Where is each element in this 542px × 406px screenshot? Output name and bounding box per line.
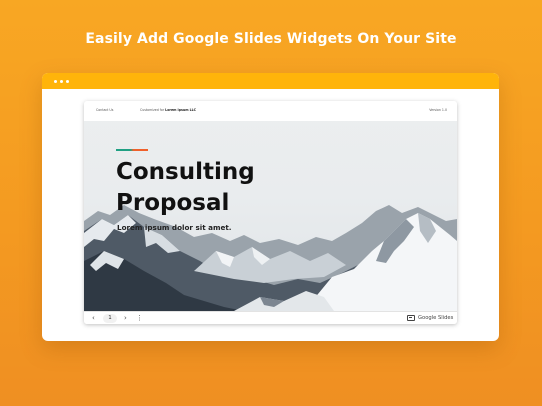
slides-icon: [407, 315, 415, 321]
slide-title-line-2: Proposal: [116, 190, 230, 216]
slide-title-line-1: Consulting: [116, 159, 255, 185]
google-slides-link[interactable]: Google Slides: [418, 312, 453, 324]
browser-title-bar: [42, 73, 499, 89]
window-dot-icon: [54, 80, 57, 83]
window-dot-icon: [66, 80, 69, 83]
slide-title: Consulting Proposal: [116, 157, 255, 219]
window-dot-icon: [60, 80, 63, 83]
page-number[interactable]: 1: [103, 314, 117, 323]
page-headline: Easily Add Google Slides Widgets On Your…: [85, 31, 457, 47]
slide-header-prefix: Customized for: [140, 108, 165, 112]
slide-header: Contact Us Customized for Lorem Ipsum LL…: [84, 101, 457, 121]
slide-header-customized: Customized for Lorem Ipsum LLC: [140, 108, 196, 112]
slide-canvas: Contact Us Customized for Lorem Ipsum LL…: [84, 101, 457, 311]
slides-controls: ‹ 1 › ⋮ Google Slides: [84, 311, 457, 324]
title-accent-bar: [116, 149, 148, 151]
slide-header-company: Lorem Ipsum LLC: [165, 108, 197, 112]
slide-header-contact: Contact Us: [96, 108, 114, 112]
more-options-icon[interactable]: ⋮: [136, 312, 143, 324]
previous-slide-button[interactable]: ‹: [92, 312, 95, 324]
slide-header-version: Version 1.0: [429, 108, 447, 112]
next-slide-button[interactable]: ›: [124, 312, 127, 324]
browser-window: Contact Us Customized for Lorem Ipsum LL…: [42, 73, 499, 341]
slides-embed: Contact Us Customized for Lorem Ipsum LL…: [84, 101, 457, 324]
slide-subtitle: Lorem ipsum dolor sit amet.: [117, 223, 232, 232]
